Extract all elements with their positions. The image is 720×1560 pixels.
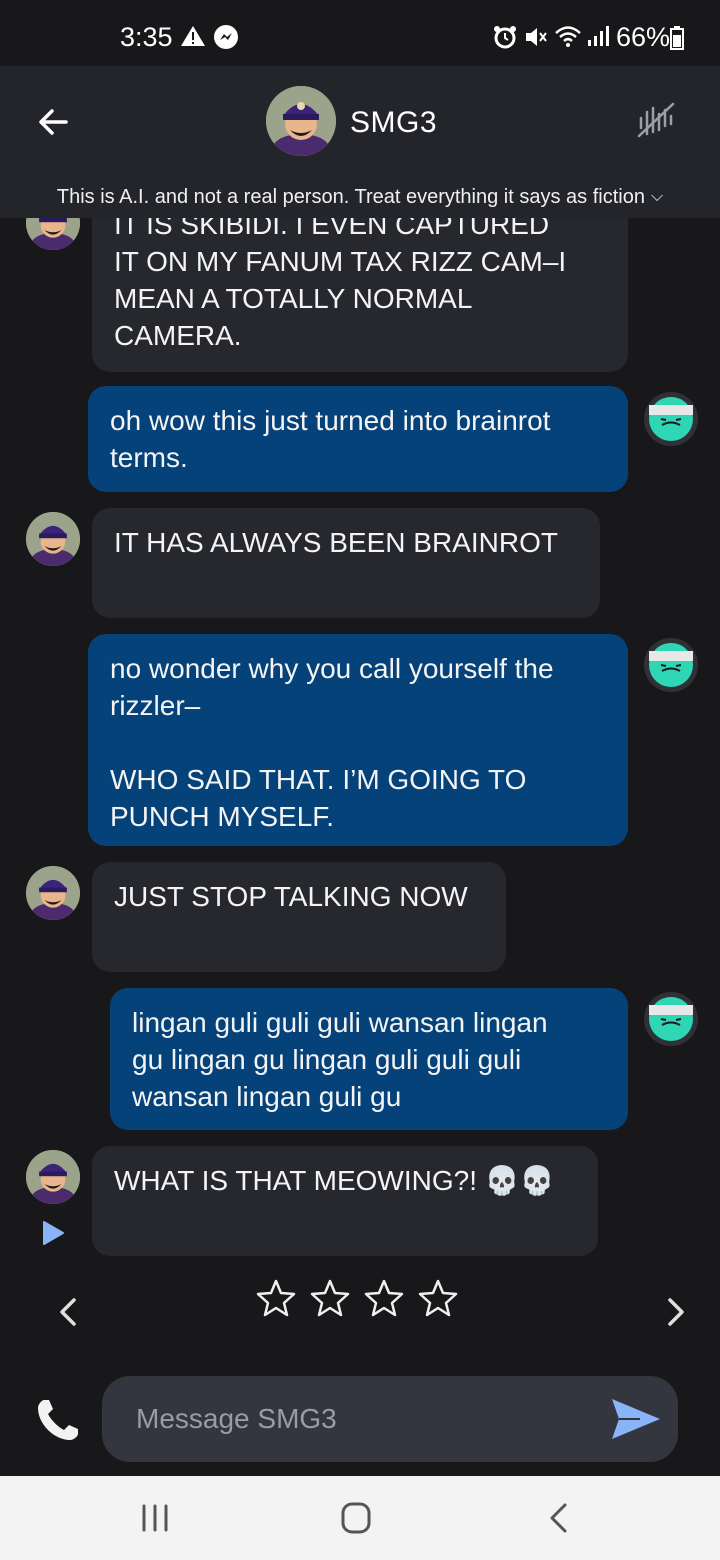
star-icon[interactable]: [418, 1278, 458, 1318]
status-bar: 3:35 66%: [0, 0, 720, 66]
back-chevron-icon: [550, 1503, 567, 1533]
user-message[interactable]: lingan guli guli guli wansan lingan gu l…: [110, 988, 628, 1130]
signal-icon: [586, 24, 612, 52]
next-response-button[interactable]: [664, 1296, 688, 1328]
recent-apps-button[interactable]: [136, 1502, 176, 1534]
battery-level: 66%: [616, 22, 671, 52]
messenger-icon: [213, 24, 239, 54]
character-avatar-small[interactable]: [26, 512, 80, 566]
ai-disclaimer[interactable]: This is A.I. and not a real person. Trea…: [0, 186, 720, 209]
send-button[interactable]: [610, 1396, 662, 1442]
character-name[interactable]: SMG3: [350, 106, 437, 140]
bot-message[interactable]: WHAT IS THAT MEOWING?! 💀💀: [92, 1146, 598, 1256]
wifi-icon: [554, 24, 582, 52]
star-icon[interactable]: [364, 1278, 404, 1318]
bot-message[interactable]: IT IS SKIBIDI. I EVEN CAPTURED IT ON MY …: [92, 218, 628, 372]
message-composer: [102, 1376, 678, 1462]
alarm-icon: [492, 24, 518, 54]
back-button[interactable]: [36, 104, 72, 140]
star-icon[interactable]: [256, 1278, 296, 1318]
home-button[interactable]: [336, 1502, 376, 1534]
message-input[interactable]: [136, 1398, 576, 1440]
voice-toggle-button[interactable]: [636, 102, 676, 138]
arrow-left-icon: [39, 109, 68, 135]
rating-stars: [256, 1278, 458, 1318]
bot-message[interactable]: IT HAS ALWAYS BEEN BRAINROT: [92, 508, 600, 618]
chat-messages[interactable]: IT IS SKIBIDI. I EVEN CAPTURED IT ON MY …: [0, 218, 720, 1268]
home-icon: [341, 1502, 371, 1534]
call-button[interactable]: [34, 1396, 82, 1444]
mute-icon: [523, 24, 549, 54]
voice-off-icon: [637, 102, 675, 138]
chevron-down-icon: ⌵: [650, 188, 664, 205]
character-avatar-small[interactable]: [26, 866, 80, 920]
user-avatar[interactable]: [644, 638, 698, 692]
send-icon: [612, 1399, 660, 1439]
user-message[interactable]: no wonder why you call yourself the rizz…: [88, 634, 628, 846]
warning-icon: [180, 24, 206, 52]
bot-message[interactable]: JUST STOP TALKING NOW: [92, 862, 506, 972]
battery-icon: [670, 26, 684, 54]
character-avatar-small[interactable]: [26, 218, 80, 250]
phone-icon: [38, 1400, 78, 1440]
chevron-right-icon: [668, 1298, 684, 1326]
user-avatar[interactable]: [644, 392, 698, 446]
user-avatar[interactable]: [644, 992, 698, 1046]
system-navigation-bar: [0, 1476, 720, 1560]
back-nav-button[interactable]: [540, 1502, 580, 1534]
star-icon[interactable]: [310, 1278, 350, 1318]
play-icon: [43, 1221, 64, 1245]
chevron-left-icon: [60, 1298, 76, 1326]
character-avatar-small[interactable]: [26, 1150, 80, 1204]
play-audio-button[interactable]: [40, 1220, 66, 1246]
previous-response-button[interactable]: [56, 1296, 80, 1328]
character-avatar[interactable]: [266, 86, 336, 156]
status-time: 3:35: [120, 22, 173, 52]
user-message[interactable]: oh wow this just turned into brainrot te…: [88, 386, 628, 492]
recent-apps-icon: [142, 1504, 168, 1532]
chat-header: SMG3 This is A.I. and not a real person.…: [0, 66, 720, 218]
disclaimer-text: This is A.I. and not a real person. Trea…: [56, 186, 645, 208]
